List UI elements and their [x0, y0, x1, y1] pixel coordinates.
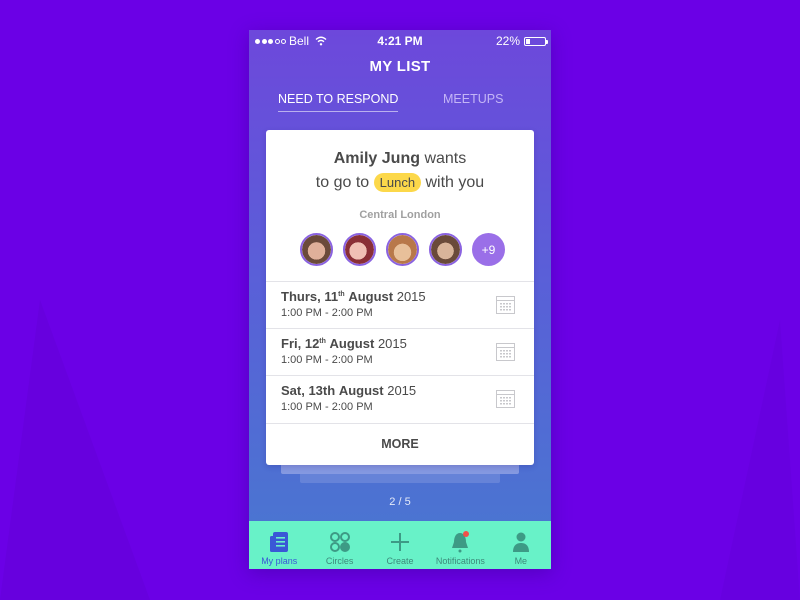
stacked-card-behind: [300, 474, 500, 483]
more-participants-button[interactable]: +9: [472, 233, 505, 266]
avatar[interactable]: [300, 233, 333, 266]
status-bar: Bell 4:21 PM 22%: [249, 30, 551, 50]
document-list-icon: [270, 532, 289, 552]
tab-bar-top: NEED TO RESPOND MEETUPS: [249, 92, 551, 114]
page-indicator: 2 / 5: [389, 496, 411, 508]
tab-create[interactable]: Create: [370, 521, 430, 569]
calendar-icon[interactable]: [496, 343, 515, 361]
circles-icon: [329, 532, 350, 552]
invite-card[interactable]: Amily Jung wants to go to Lunch with you…: [266, 130, 534, 465]
background-decoration: [0, 300, 150, 600]
battery-icon: [524, 36, 548, 46]
tab-meetups[interactable]: MEETUPS: [443, 92, 503, 111]
phone-screen: Bell 4:21 PM 22% MY LIST NEED TO RESPOND…: [249, 30, 551, 569]
status-right: 22%: [495, 34, 548, 48]
tab-circles[interactable]: Circles: [309, 521, 369, 569]
more-button[interactable]: MORE: [266, 423, 534, 465]
calendar-icon[interactable]: [496, 296, 515, 314]
tab-me[interactable]: Me: [491, 521, 551, 569]
tab-need-to-respond[interactable]: NEED TO RESPOND: [278, 92, 399, 112]
page-title: MY LIST: [369, 58, 431, 75]
invite-message: Amily Jung wants to go to Lunch with you: [315, 150, 485, 192]
date-option[interactable]: Fri, 12th August 2015 1:00 PM - 2:00 PM: [266, 328, 534, 375]
participants-list: +9: [300, 233, 505, 266]
date-option[interactable]: Sat, 13th August 2015 1:00 PM - 2:00 PM: [266, 375, 534, 422]
bottom-tab-bar: My plans Circles Create Notifications Me: [249, 521, 551, 569]
avatar[interactable]: [386, 233, 419, 266]
activity-tag: Lunch: [373, 173, 422, 192]
calendar-icon[interactable]: [496, 390, 515, 408]
avatar[interactable]: [343, 233, 376, 266]
location-label: Central London: [359, 209, 441, 221]
background-decoration: [720, 320, 800, 600]
person-icon: [512, 532, 529, 552]
date-options: Thurs, 11th August 2015 1:00 PM - 2:00 P…: [266, 281, 534, 422]
sender-name[interactable]: Amily Jung: [334, 150, 420, 167]
avatar[interactable]: [429, 233, 462, 266]
tab-my-plans[interactable]: My plans: [249, 521, 309, 569]
plus-icon: [391, 533, 410, 551]
tab-notifications[interactable]: Notifications: [430, 521, 490, 569]
battery-percent: 22%: [495, 34, 520, 48]
battery-level: [526, 38, 530, 44]
notification-badge: [463, 531, 470, 537]
date-option[interactable]: Thurs, 11th August 2015 1:00 PM - 2:00 P…: [266, 281, 534, 328]
bell-icon: [452, 531, 470, 553]
